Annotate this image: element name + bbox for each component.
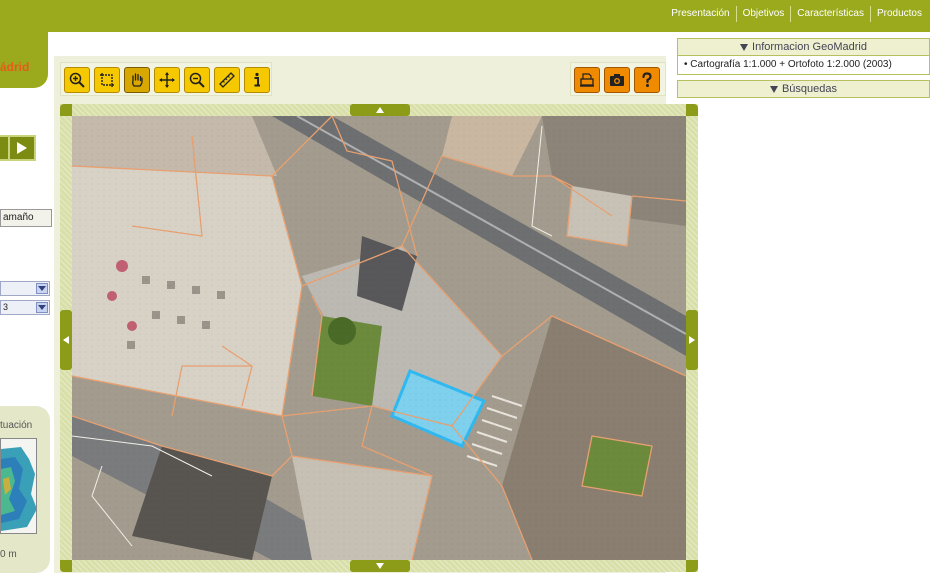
zoom-in-button[interactable] bbox=[64, 67, 90, 93]
map-corner-bl bbox=[60, 560, 72, 572]
scale-text: 0 m bbox=[0, 549, 17, 560]
move-arrows-icon bbox=[159, 72, 175, 88]
size-button[interactable]: amaño bbox=[0, 209, 52, 227]
map-corner-br bbox=[686, 560, 698, 572]
snapshot-button[interactable] bbox=[604, 67, 630, 93]
info-button[interactable] bbox=[244, 67, 270, 93]
triangle-down-icon bbox=[740, 43, 749, 51]
search-panel-title: Búsquedas bbox=[781, 83, 838, 95]
pan-hand-icon bbox=[132, 73, 143, 87]
pan-east-button[interactable] bbox=[686, 310, 698, 370]
nav-objetivos[interactable]: Objetivos bbox=[735, 6, 791, 22]
play-right-icon bbox=[17, 142, 27, 154]
overview-minimap[interactable] bbox=[0, 438, 37, 534]
pan-west-button[interactable] bbox=[60, 310, 72, 370]
info-layer-item: • Cartografía 1:1.000 + Ortofoto 1:2.000… bbox=[684, 59, 892, 70]
arrow-left-icon bbox=[63, 336, 69, 344]
arrow-down-icon bbox=[376, 563, 384, 569]
info-panel-body: • Cartografía 1:1.000 + Ortofoto 1:2.000… bbox=[677, 56, 930, 75]
pan-south-button[interactable] bbox=[350, 560, 410, 572]
triangle-down-icon bbox=[769, 85, 778, 93]
nav-caracteristicas[interactable]: Características bbox=[790, 6, 870, 22]
zoom-out-icon bbox=[189, 72, 205, 88]
nav-productos[interactable]: Productos bbox=[869, 6, 928, 22]
nav-forward-button[interactable] bbox=[8, 135, 36, 161]
measure-ruler-icon bbox=[219, 72, 235, 88]
top-nav: Presentación Objetivos Características P… bbox=[665, 6, 928, 22]
zoom-box-icon bbox=[100, 73, 114, 87]
move-button[interactable] bbox=[154, 67, 180, 93]
info-panel-title: Informacion GeoMadrid bbox=[752, 41, 867, 53]
situation-title: tuación bbox=[0, 420, 33, 431]
chevron-down-icon bbox=[36, 283, 48, 294]
minimap-image bbox=[1, 439, 36, 533]
orthophoto-map bbox=[72, 116, 686, 560]
pan-north-button[interactable] bbox=[350, 104, 410, 116]
info-icon bbox=[254, 72, 260, 87]
help-icon bbox=[642, 72, 652, 87]
print-button[interactable] bbox=[574, 67, 600, 93]
chevron-down-icon bbox=[36, 302, 48, 313]
info-panel-header[interactable]: Informacion GeoMadrid bbox=[677, 38, 930, 56]
zoom-box-button[interactable] bbox=[94, 67, 120, 93]
map-corner-tr bbox=[686, 104, 698, 116]
zoom-in-icon bbox=[69, 72, 85, 88]
map-viewport[interactable] bbox=[72, 116, 686, 560]
arrow-right-icon bbox=[689, 336, 695, 344]
help-button[interactable] bbox=[634, 67, 660, 93]
camera-icon bbox=[610, 74, 624, 86]
layer-select-2-value: 3 bbox=[3, 302, 9, 312]
site-logo[interactable]: ádrid bbox=[0, 60, 29, 74]
measure-button[interactable] bbox=[214, 67, 240, 93]
layer-select-1[interactable] bbox=[0, 281, 50, 296]
arrow-up-icon bbox=[376, 107, 384, 113]
layer-select-2[interactable]: 3 bbox=[0, 300, 50, 315]
search-panel-header[interactable]: Búsquedas bbox=[677, 80, 930, 98]
pan-button[interactable] bbox=[124, 67, 150, 93]
top-bar: Presentación Objetivos Características P… bbox=[0, 0, 930, 32]
nav-presentacion[interactable]: Presentación bbox=[665, 6, 735, 22]
print-icon bbox=[580, 73, 594, 87]
map-corner-tl bbox=[60, 104, 72, 116]
map-toolbar bbox=[60, 62, 272, 96]
zoom-out-button[interactable] bbox=[184, 67, 210, 93]
map-toolbar-right bbox=[570, 62, 666, 96]
